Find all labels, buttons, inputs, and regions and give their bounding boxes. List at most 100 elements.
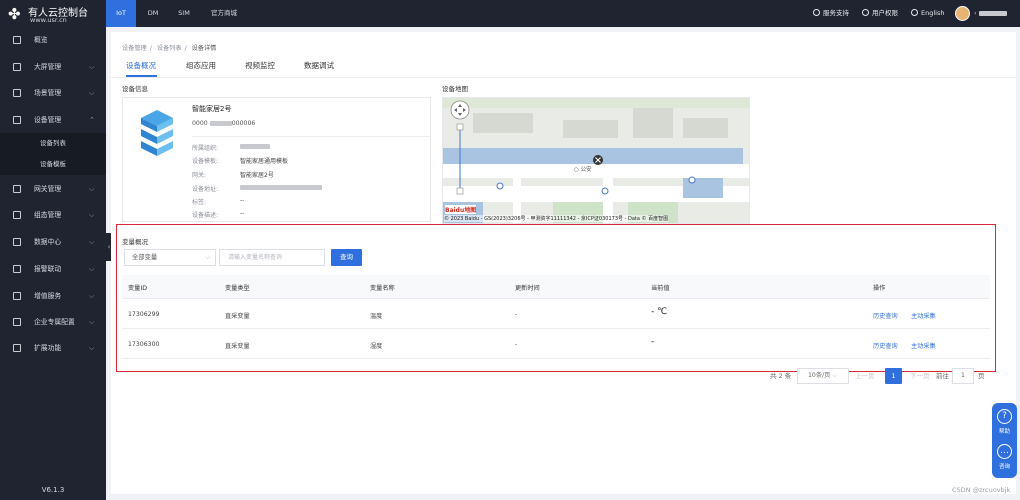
brand-mark-icon: ✤: [8, 5, 21, 23]
device-info-title: 设备信息: [122, 85, 148, 93]
sidebar-item-services[interactable]: 增值服务 ⌵: [0, 283, 106, 309]
globe-icon: [911, 9, 918, 16]
device-info-divider: [192, 136, 430, 137]
device-info-card: 智能家居2号 0000 000006 所属组织: 设备模板: 智能家居通用模板 网…: [122, 97, 431, 222]
breadcrumb-device-manage[interactable]: 设备管理: [122, 45, 147, 52]
support-link[interactable]: 服务支持: [813, 0, 849, 27]
page-unit-label: 页: [978, 372, 985, 380]
sidebar-item-enterprise[interactable]: 企业专属配置 ⌵: [0, 309, 106, 335]
chevron-down-icon: ⌵: [832, 372, 838, 379]
col-variable-type: 变量类型: [225, 285, 250, 292]
sidebar-item-config[interactable]: 组态管理 ⌵: [0, 202, 106, 228]
top-tab-sim[interactable]: SIM: [170, 0, 198, 27]
table-row: 17306300 直采变量 湿度 - - 历史查询 主动采集: [122, 330, 990, 359]
breadcrumb: 设备管理 / 设备列表 / 设备详情: [122, 45, 217, 52]
floating-help-bar: ? 帮助 … 咨询: [992, 403, 1017, 478]
breadcrumb-device-detail: 设备详情: [191, 45, 217, 52]
map-canvas[interactable]: [443, 98, 750, 224]
avatar[interactable]: [955, 6, 970, 21]
overview-icon: [13, 36, 21, 44]
prev-page-button[interactable]: 上一页: [855, 368, 875, 384]
cell-current-value: - ℃: [651, 307, 668, 317]
device-map[interactable]: ○ 公安 Baidu地图 © 2023 Baidu - GS(2023)3206…: [442, 97, 750, 224]
device-map-title: 设备地图: [442, 85, 468, 93]
map-logo: Baidu地图: [445, 205, 477, 214]
sidebar-item-screens[interactable]: 大屏管理 ⌵: [0, 54, 106, 80]
consult-label[interactable]: 咨询: [992, 462, 1017, 470]
chevron-down-icon: ⌵: [89, 265, 95, 273]
next-page-button[interactable]: 下一页: [910, 368, 930, 384]
chevron-down-icon: ⌵: [89, 238, 95, 246]
pagination-total: 共 2 条: [770, 372, 792, 380]
organization-redacted: [240, 144, 270, 149]
service-icon: [13, 292, 21, 300]
device-sn: 0000 000006: [192, 120, 256, 127]
top-tab-dm[interactable]: DM: [139, 0, 167, 27]
breadcrumb-device-list[interactable]: 设备列表: [157, 45, 182, 52]
cell-current-value: -: [651, 337, 655, 347]
col-actions: 操作: [873, 285, 886, 292]
variable-filter-select[interactable]: 全部变量 ⌵: [124, 249, 216, 266]
active-collect-link[interactable]: 主动采集: [911, 311, 936, 320]
field-description: 设备描述: --: [192, 210, 245, 219]
chevron-down-icon: ⌵: [89, 318, 95, 326]
history-query-link[interactable]: 历史查询: [873, 341, 898, 350]
field-template: 设备模板: 智能家居通用模板: [192, 158, 289, 165]
sidebar-item-devices[interactable]: 设备管理 ⌃: [0, 107, 106, 133]
page-size-select[interactable]: 10条/页 ⌵: [797, 368, 849, 384]
query-button[interactable]: 查询: [331, 249, 362, 266]
cell-variable-id: 17306300: [128, 341, 160, 348]
top-tab-mall[interactable]: 官方商城: [204, 0, 244, 27]
username[interactable]: ‹: [974, 0, 1007, 27]
device-cube-icon: [141, 110, 173, 156]
device-name: 智能家居2号: [192, 105, 232, 113]
brand-logo[interactable]: ✤ 有人云控制台 www.usr.cn: [6, 2, 106, 25]
sidebar-item-gateways[interactable]: 网关管理 ⌵: [0, 176, 106, 202]
tab-overview[interactable]: 设备概况: [126, 60, 156, 71]
sidebar-subitem-device-template[interactable]: 设备模板: [0, 154, 106, 175]
map-copyright: © 2023 Baidu - GS(2023)3206号 - 甲测资字11111…: [444, 215, 669, 222]
help-icon[interactable]: ?: [997, 409, 1012, 424]
cell-variable-id: 17306299: [128, 311, 160, 318]
gateway-icon: [13, 185, 21, 193]
sidebar-item-alarms[interactable]: 报警联动 ⌵: [0, 256, 106, 282]
tab-data-debug[interactable]: 数据调试: [304, 60, 334, 71]
active-collect-link[interactable]: 主动采集: [911, 341, 936, 350]
language-switch[interactable]: English: [911, 0, 944, 27]
col-current-value: 当前值: [651, 285, 670, 292]
extension-icon: [13, 344, 21, 352]
col-variable-name: 变量名称: [370, 285, 395, 292]
field-address: 设备地址:: [192, 184, 322, 193]
history-query-link[interactable]: 历史查询: [873, 311, 898, 320]
table-row: 17306299 直采变量 温度 - - ℃ 历史查询 主动采集: [122, 300, 990, 329]
chevron-down-icon: ⌵: [89, 211, 95, 219]
headset-icon: [813, 9, 820, 16]
help-label[interactable]: 帮助: [992, 427, 1017, 435]
variables-title: 变量概况: [122, 238, 148, 246]
cell-update-time: -: [515, 341, 518, 348]
permissions-link[interactable]: 用户权限: [862, 0, 898, 27]
sn-redacted: [209, 120, 232, 126]
cell-variable-name: 温度: [370, 313, 383, 320]
chevron-down-icon: ⌵: [89, 292, 95, 300]
chevron-down-icon: ⌵: [89, 344, 95, 352]
current-page[interactable]: 1: [885, 368, 902, 384]
variable-search-input[interactable]: 请输入变量名称查询: [219, 249, 325, 266]
chevron-down-icon: ⌵: [89, 185, 95, 193]
address-redacted: [240, 185, 322, 190]
enterprise-icon: [13, 318, 21, 326]
goto-page-input[interactable]: 1: [952, 368, 974, 384]
location-icon: [862, 9, 869, 16]
goto-label: 前往: [936, 372, 949, 380]
sidebar-item-extensions[interactable]: 扩展功能 ⌵: [0, 335, 106, 361]
sidebar-item-data-center[interactable]: 数据中心 ⌵: [0, 229, 106, 255]
tab-video[interactable]: 视频监控: [245, 60, 275, 71]
top-tab-iot[interactable]: IoT: [106, 0, 136, 27]
tab-config-apps[interactable]: 组态应用: [186, 60, 216, 71]
cell-variable-name: 湿度: [370, 343, 383, 350]
sidebar-subitem-device-list[interactable]: 设备列表: [0, 133, 106, 154]
sidebar-item-overview[interactable]: 概览: [0, 27, 106, 53]
map-poi-label: ○ 公安: [574, 167, 592, 173]
chat-icon[interactable]: …: [997, 444, 1012, 459]
sidebar-item-scenes[interactable]: 场景管理 ⌵: [0, 80, 106, 106]
